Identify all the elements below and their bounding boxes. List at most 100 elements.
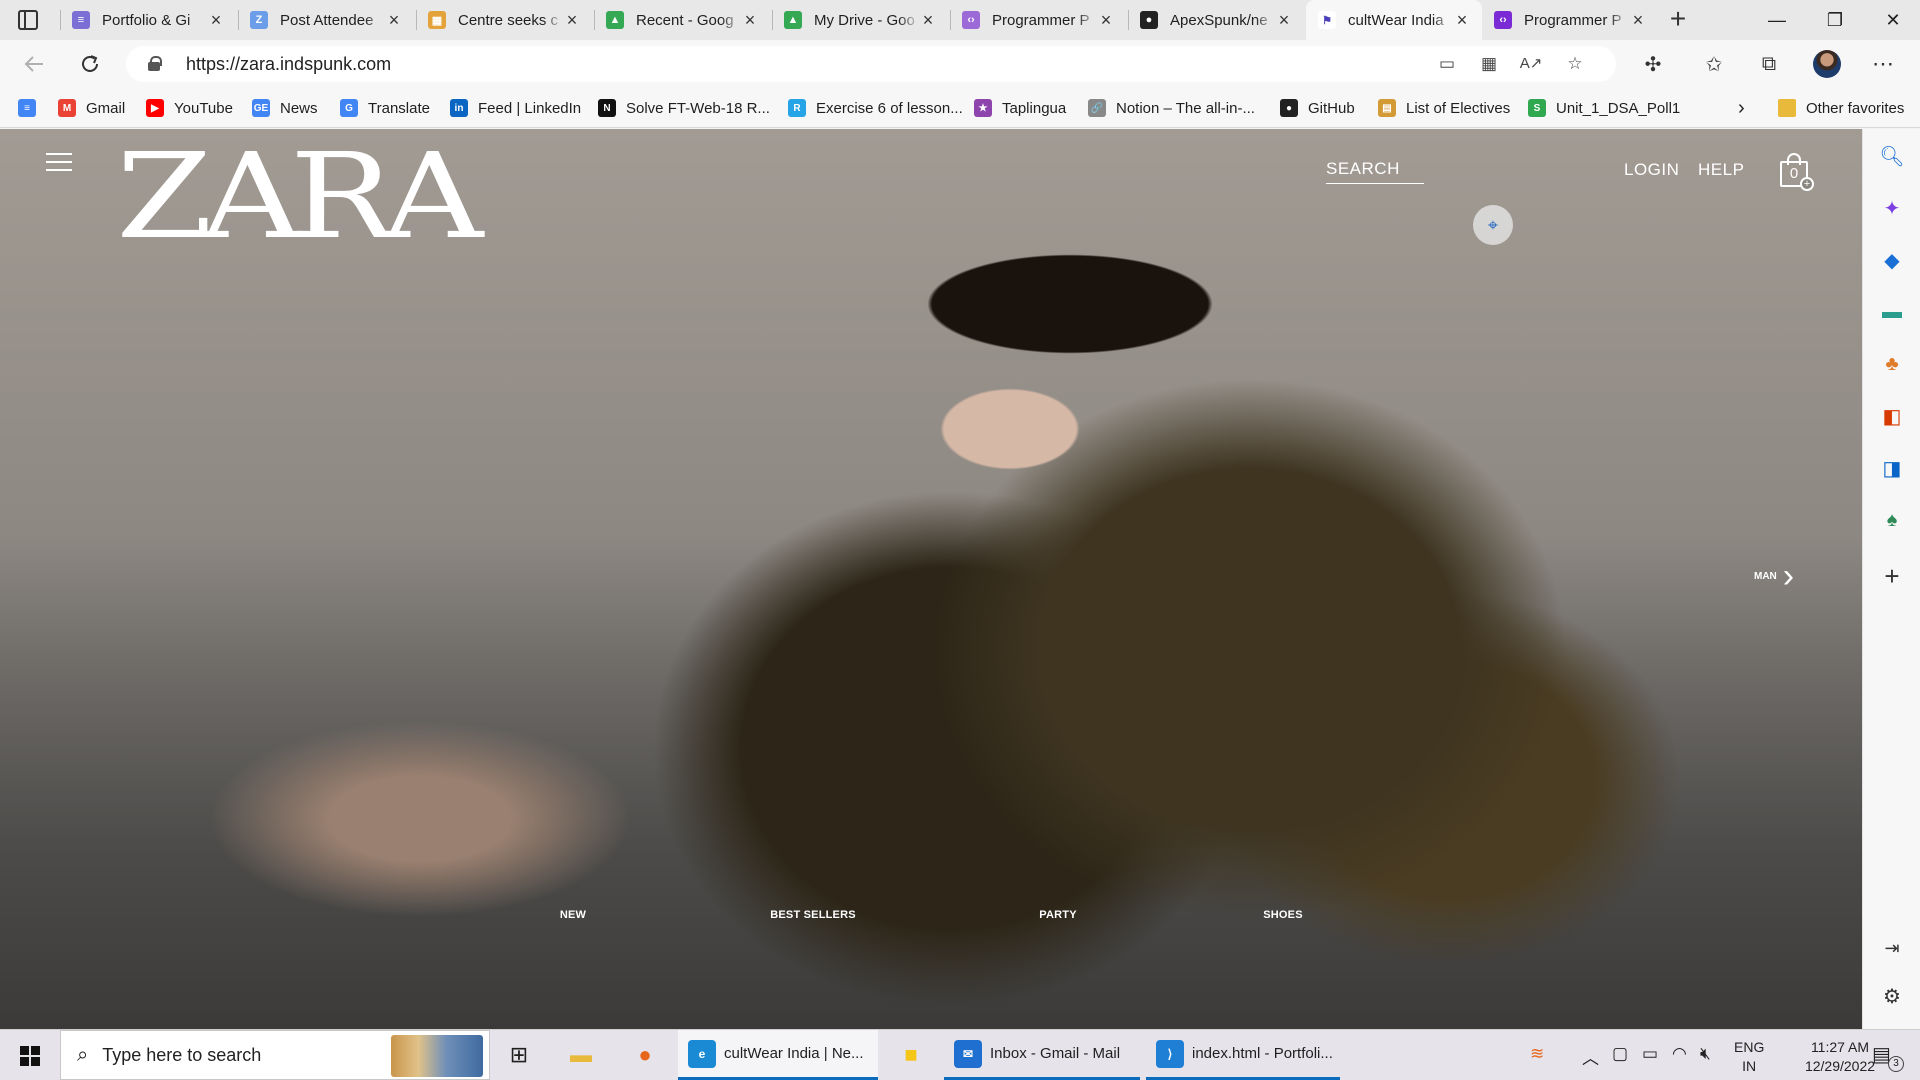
- browser-tab[interactable]: ≡ Portfolio & Gi ×: [60, 0, 236, 40]
- browser-tab[interactable]: ▲ Recent - Goog ×: [594, 0, 770, 40]
- favorites-icon[interactable]: ✩: [1697, 48, 1731, 80]
- login-link[interactable]: LOGIN: [1624, 160, 1679, 180]
- add-sidebar-app-icon[interactable]: +: [1877, 561, 1907, 591]
- games-icon[interactable]: ♣: [1877, 349, 1907, 379]
- input-language[interactable]: ENG IN: [1734, 1038, 1764, 1076]
- browser-tab[interactable]: ● ApexSpunk/ne ×: [1128, 0, 1304, 40]
- search-icon[interactable]: 🔍︎: [1877, 141, 1907, 171]
- close-tab-icon[interactable]: ×: [1098, 10, 1114, 31]
- address-field[interactable]: https://zara.indspunk.com ▭ ▦ A↗ ☆: [126, 46, 1616, 82]
- windows-start-icon[interactable]: [20, 1046, 40, 1066]
- taskbar-search-box[interactable]: ⌕ Type here to search: [60, 1030, 490, 1080]
- tab-title: Centre seeks c: [458, 11, 559, 29]
- browser-tab[interactable]: ▦ Centre seeks c ×: [416, 0, 592, 40]
- next-section-man[interactable]: MAN ›: [1754, 559, 1794, 593]
- add-favorite-icon[interactable]: ☆: [1562, 52, 1588, 76]
- close-tab-icon[interactable]: ×: [386, 10, 402, 31]
- browser-tab[interactable]: ‹› Programmer P ×: [950, 0, 1126, 40]
- player-app-icon[interactable]: ■: [894, 1038, 928, 1072]
- category-best-sellers[interactable]: BEST SELLERS: [770, 909, 856, 921]
- system-clock[interactable]: 11:27 AM 12/29/2022: [1800, 1038, 1880, 1076]
- favorite-item[interactable]: ★ Taplingua: [974, 96, 1066, 120]
- office-icon[interactable]: ◧: [1877, 401, 1907, 431]
- profile-avatar[interactable]: [1813, 50, 1841, 78]
- favorite-item[interactable]: ● GitHub: [1280, 96, 1355, 120]
- volume-muted-icon[interactable]: 🔇︎: [1700, 1044, 1711, 1064]
- task-view-icon[interactable]: ⊞: [502, 1038, 536, 1072]
- close-tab-icon[interactable]: ×: [920, 10, 936, 31]
- back-button[interactable]: [16, 48, 52, 80]
- sidebar-settings-gear-icon[interactable]: ⚙: [1877, 981, 1907, 1011]
- new-tab-button[interactable]: +: [1662, 4, 1694, 36]
- show-hidden-icons-chevron-icon[interactable]: ︿: [1582, 1044, 1599, 1069]
- maximize-button[interactable]: ❐: [1804, 0, 1866, 40]
- category-new[interactable]: NEW: [560, 909, 586, 921]
- close-tab-icon[interactable]: ×: [742, 10, 758, 31]
- minimize-button[interactable]: —: [1746, 0, 1808, 40]
- browser-tab[interactable]: ‹› Programmer P ×: [1482, 0, 1658, 40]
- shopping-bag-icon[interactable]: 0 +: [1780, 153, 1814, 191]
- favorite-item[interactable]: M Gmail: [58, 96, 125, 120]
- outlook-icon[interactable]: ◨: [1877, 453, 1907, 483]
- settings-more-icon[interactable]: ⋯: [1866, 48, 1900, 80]
- menu-icon[interactable]: [46, 153, 72, 173]
- tools-briefcase-icon[interactable]: ▬: [1877, 297, 1907, 327]
- taskbar-app[interactable]: ✉ Inbox - Gmail - Mail: [944, 1030, 1140, 1080]
- browser-tab[interactable]: ▲ My Drive - Goo ×: [772, 0, 948, 40]
- lock-icon[interactable]: [148, 56, 162, 71]
- read-aloud-icon[interactable]: A↗: [1518, 52, 1544, 76]
- help-link[interactable]: HELP: [1698, 160, 1744, 180]
- tab-actions-icon[interactable]: [18, 10, 38, 30]
- more-favorites-chevron-icon[interactable]: ›: [1738, 96, 1745, 120]
- other-favorites-folder[interactable]: Other favorites: [1778, 96, 1904, 120]
- tab-title: cultWear India: [1348, 11, 1444, 29]
- file-explorer-icon[interactable]: ▬: [564, 1038, 598, 1072]
- weather-icon[interactable]: ≋: [1530, 1044, 1544, 1064]
- hero-banner[interactable]: ZARA SEARCH LOGIN HELP 0 + ⌖ MAN › NEW B…: [0, 129, 1862, 1029]
- wifi-icon[interactable]: ◠: [1672, 1044, 1687, 1064]
- favorite-item[interactable]: ▤ List of Electives: [1378, 96, 1510, 120]
- taskbar-app[interactable]: e cultWear India | Ne...: [678, 1030, 878, 1080]
- collections-icon[interactable]: ⧉: [1752, 48, 1786, 80]
- favorite-item[interactable]: ≡: [18, 96, 46, 120]
- favorite-favicon-icon: ▶: [146, 99, 164, 117]
- category-shoes[interactable]: SHOES: [1263, 909, 1303, 921]
- extensions-icon[interactable]: ✣: [1636, 48, 1670, 80]
- favorite-item[interactable]: N Solve FT-Web-18 R...: [598, 96, 770, 120]
- browser-tab[interactable]: Z Post Attendee ×: [238, 0, 414, 40]
- favorite-label: Exercise 6 of lesson...: [816, 99, 963, 117]
- favorite-item[interactable]: S Unit_1_DSA_Poll1: [1528, 96, 1680, 120]
- favorite-item[interactable]: in Feed | LinkedIn: [450, 96, 581, 120]
- favorite-item[interactable]: G Translate: [340, 96, 430, 120]
- close-tab-icon[interactable]: ×: [1630, 10, 1646, 31]
- battery-icon[interactable]: ▭: [1642, 1044, 1658, 1064]
- firefox-icon[interactable]: ●: [628, 1038, 662, 1072]
- favorite-item[interactable]: GE News: [252, 96, 318, 120]
- search-link[interactable]: SEARCH: [1326, 159, 1424, 184]
- zara-logo[interactable]: ZARA: [116, 137, 483, 255]
- taskbar-app[interactable]: ⟩ index.html - Portfoli...: [1146, 1030, 1340, 1080]
- visual-search-icon[interactable]: ⌖: [1473, 205, 1513, 245]
- close-tab-icon[interactable]: ×: [564, 10, 580, 31]
- url-text[interactable]: https://zara.indspunk.com: [186, 54, 391, 75]
- qr-code-icon[interactable]: ▦: [1476, 52, 1502, 76]
- favorites-bar: ≡ M Gmail ▶ YouTube GE News G Translate in Feed | …: [0, 88, 1920, 128]
- hide-sidebar-icon[interactable]: ⇥: [1877, 933, 1907, 963]
- favorite-favicon-icon: ★: [974, 99, 992, 117]
- notifications-icon[interactable]: ▤ 3: [1872, 1042, 1904, 1072]
- shopping-tag-icon[interactable]: ◆: [1877, 245, 1907, 275]
- favorite-item[interactable]: 🔗 Notion – The all-in-...: [1088, 96, 1255, 120]
- close-window-button[interactable]: ✕: [1862, 0, 1920, 40]
- category-party[interactable]: PARTY: [1039, 909, 1076, 921]
- app-available-icon[interactable]: ▭: [1434, 52, 1460, 76]
- refresh-button[interactable]: [72, 48, 108, 80]
- copilot-sparkle-icon[interactable]: ✦: [1877, 193, 1907, 223]
- favorite-item[interactable]: ▶ YouTube: [146, 96, 233, 120]
- meet-now-icon[interactable]: ▢: [1612, 1044, 1628, 1064]
- favorite-item[interactable]: R Exercise 6 of lesson...: [788, 96, 963, 120]
- close-tab-icon[interactable]: ×: [208, 10, 224, 31]
- close-tab-icon[interactable]: ×: [1276, 10, 1292, 31]
- drop-tree-icon[interactable]: ♠: [1877, 505, 1907, 535]
- browser-tab[interactable]: ⚑ cultWear India ×: [1306, 0, 1482, 40]
- close-tab-icon[interactable]: ×: [1454, 10, 1470, 31]
